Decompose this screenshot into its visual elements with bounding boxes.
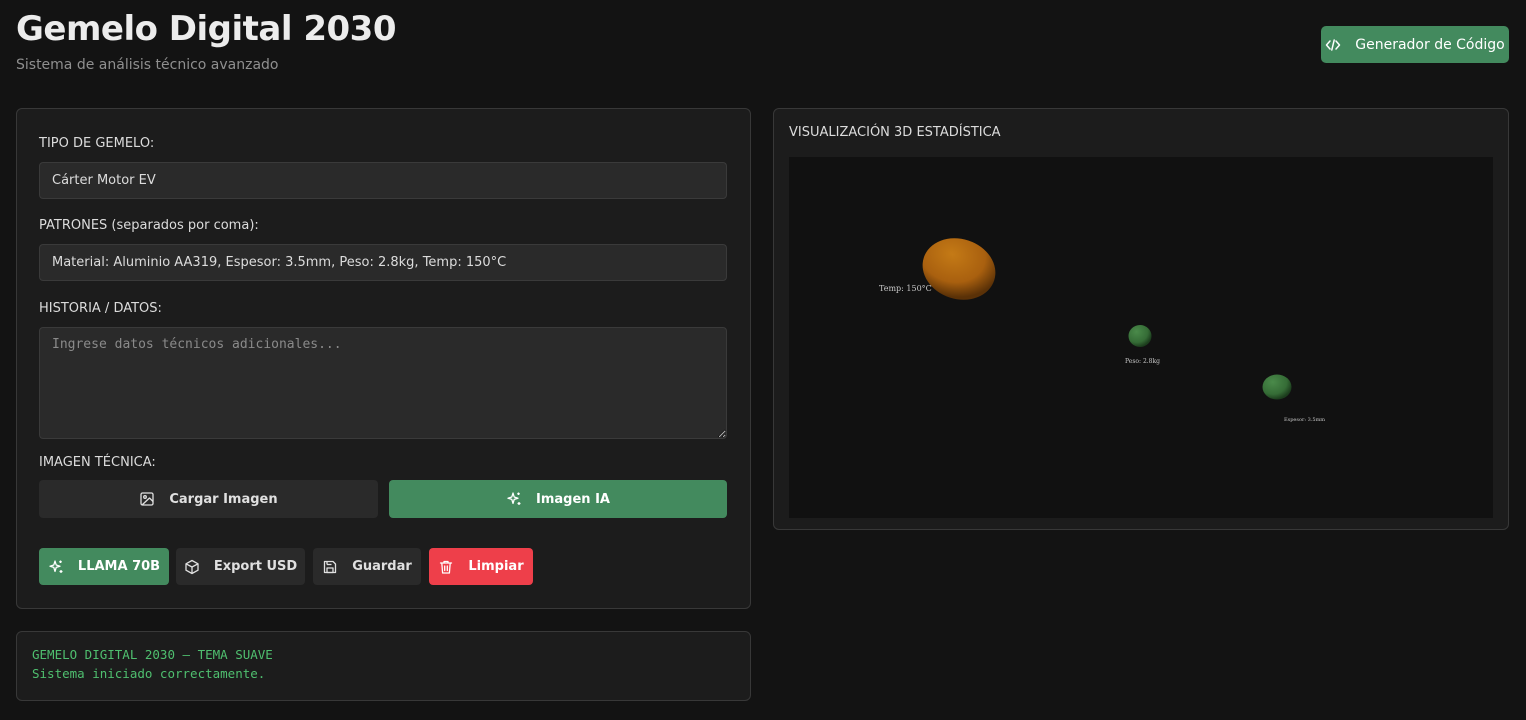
code-icon [1325, 37, 1341, 53]
console-line-2: Sistema iniciado correctamente. [32, 666, 266, 681]
upload-image-button[interactable]: Cargar Imagen [39, 480, 378, 518]
page-header: Gemelo Digital 2030 Sistema de análisis … [16, 8, 397, 73]
sparkles-icon [506, 491, 522, 507]
patterns-label: PATRONES (separados por coma): [39, 218, 259, 233]
trash-icon [438, 559, 454, 575]
clear-button[interactable]: Limpiar [429, 548, 533, 585]
export-usd-button[interactable]: Export USD [176, 548, 305, 585]
form-panel: TIPO DE GEMELO: PATRONES (separados por … [16, 108, 751, 609]
llama-button[interactable]: LLAMA 70B [39, 548, 169, 585]
3d-canvas[interactable]: Temp: 150°C Peso: 2.8kg Espesor: 3.5mm [789, 157, 1493, 518]
ai-image-label: Imagen IA [536, 491, 610, 507]
visualization-panel: VISUALIZACIÓN 3D ESTADÍSTICA Temp: 150°C… [773, 108, 1509, 530]
image-label: IMAGEN TÉCNICA: [39, 455, 156, 470]
page-title: Gemelo Digital 2030 [16, 9, 397, 49]
upload-image-label: Cargar Imagen [169, 491, 278, 507]
history-label: HISTORIA / DATOS: [39, 301, 162, 316]
weight-sphere [1128, 325, 1152, 347]
temp-label: Temp: 150°C [879, 284, 932, 293]
console-line-1: GEMELO DIGITAL 2030 — TEMA SUAVE [32, 647, 273, 662]
page-subtitle: Sistema de análisis técnico avanzado [16, 57, 279, 73]
llama-label: LLAMA 70B [77, 559, 161, 574]
save-label: Guardar [352, 559, 412, 574]
history-textarea[interactable] [39, 327, 727, 439]
console-panel: GEMELO DIGITAL 2030 — TEMA SUAVE Sistema… [16, 631, 751, 701]
3d-scene: Temp: 150°C Peso: 2.8kg Espesor: 3.5mm [879, 238, 1325, 423]
export-usd-label: Export USD [213, 559, 298, 574]
save-button[interactable]: Guardar [313, 548, 421, 585]
type-label: TIPO DE GEMELO: [39, 136, 155, 151]
clear-label: Limpiar [468, 559, 524, 574]
type-input[interactable] [39, 162, 727, 199]
cube-icon [184, 559, 200, 575]
code-generator-label: Generador de Código [1355, 36, 1505, 53]
visualization-title: VISUALIZACIÓN 3D ESTADÍSTICA [789, 125, 1001, 140]
code-generator-button[interactable]: Generador de Código [1321, 26, 1509, 63]
image-icon [139, 491, 155, 507]
thickness-label: Espesor: 3.5mm [1284, 417, 1325, 423]
patterns-input[interactable] [39, 244, 727, 281]
temp-sphere [922, 238, 996, 300]
ai-image-button[interactable]: Imagen IA [389, 480, 727, 518]
sparkles-icon [48, 559, 64, 575]
thickness-sphere [1262, 374, 1292, 400]
save-icon [322, 559, 338, 575]
weight-label: Peso: 2.8kg [1125, 358, 1160, 365]
